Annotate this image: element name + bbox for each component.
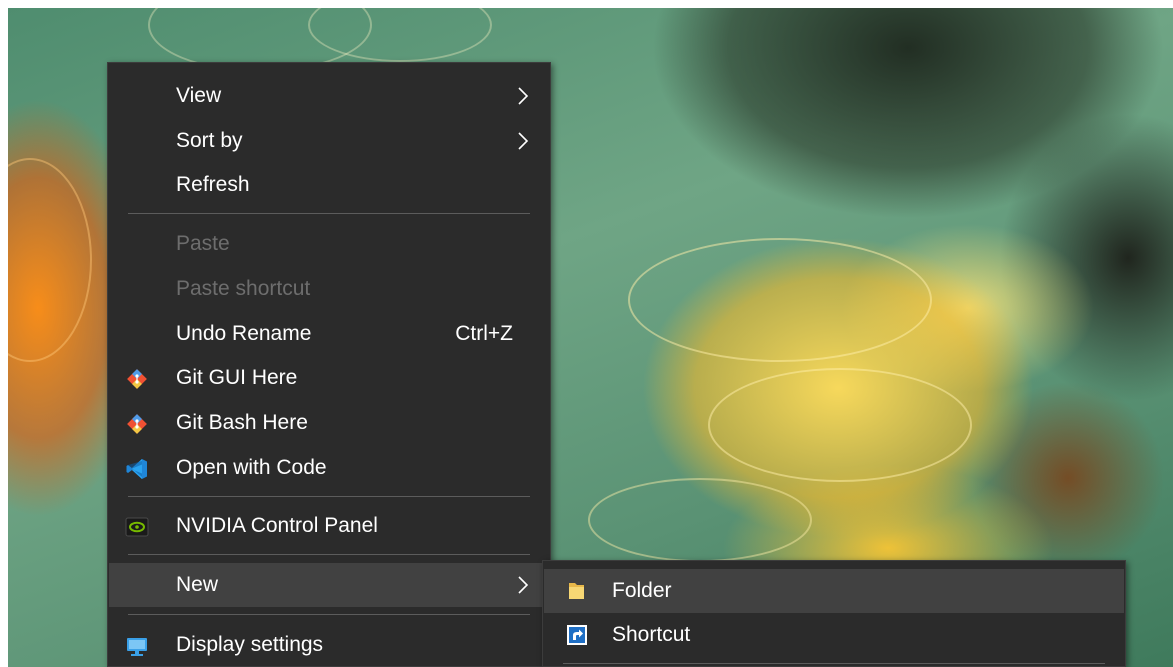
menu-item-open-with-code[interactable]: Open with Code: [109, 446, 549, 490]
menu-item-paste-shortcut: Paste shortcut: [109, 267, 549, 311]
menu-item-sort-by[interactable]: Sort by: [109, 119, 549, 163]
chevron-right-icon: [518, 576, 529, 594]
menu-item-display-settings[interactable]: Display settings: [109, 623, 549, 667]
menu-item-label: Paste shortcut: [176, 277, 311, 300]
menu-item-label: Git Bash Here: [176, 411, 308, 434]
shortcut-key-label: Ctrl+Z: [455, 322, 513, 345]
vscode-icon: [126, 459, 147, 479]
menu-item-label: View: [176, 84, 222, 107]
menu-item-label: Open with Code: [176, 456, 327, 479]
menu-item-label: Refresh: [176, 173, 250, 196]
submenu-item-shortcut[interactable]: Shortcut: [544, 613, 1124, 657]
menu-item-undo-rename[interactable]: Undo Rename Ctrl+Z: [109, 312, 549, 356]
menu-item-label: NVIDIA Control Panel: [176, 514, 378, 537]
shortcut-icon: [567, 625, 587, 645]
nvidia-icon: [125, 517, 149, 537]
new-submenu: Folder Shortcut: [542, 560, 1126, 667]
menu-separator: [128, 213, 530, 214]
menu-separator: [128, 554, 530, 555]
folder-icon: [569, 583, 584, 599]
menu-item-label: Sort by: [176, 129, 243, 152]
submenu-item-label: Shortcut: [612, 623, 691, 646]
menu-item-label: Display settings: [176, 633, 324, 656]
display-icon: [127, 638, 147, 656]
menu-item-label: Paste: [176, 232, 230, 255]
menu-item-view[interactable]: View: [109, 74, 549, 118]
menu-item-nvidia-control-panel[interactable]: NVIDIA Control Panel: [109, 504, 549, 548]
menu-item-git-bash-here[interactable]: Git Bash Here: [109, 401, 549, 445]
submenu-item-label: Folder: [612, 579, 672, 602]
menu-item-paste: Paste: [109, 222, 549, 266]
menu-item-label: Undo Rename: [176, 322, 312, 345]
menu-item-refresh[interactable]: Refresh: [109, 163, 549, 207]
menu-item-label: Git GUI Here: [176, 366, 298, 389]
chevron-right-icon: [518, 87, 529, 105]
menu-separator: [563, 663, 1105, 664]
menu-item-git-gui-here[interactable]: Git GUI Here: [109, 356, 549, 400]
git-icon: [127, 369, 147, 389]
git-icon: [127, 414, 147, 434]
menu-item-new[interactable]: New: [109, 563, 549, 607]
desktop-context-menu: View Sort by Refresh Paste Paste shortcu…: [107, 62, 551, 667]
menu-separator: [128, 614, 530, 615]
submenu-item-folder[interactable]: Folder: [544, 569, 1124, 613]
chevron-right-icon: [518, 132, 529, 150]
menu-separator: [128, 496, 530, 497]
menu-item-label: New: [176, 573, 219, 596]
